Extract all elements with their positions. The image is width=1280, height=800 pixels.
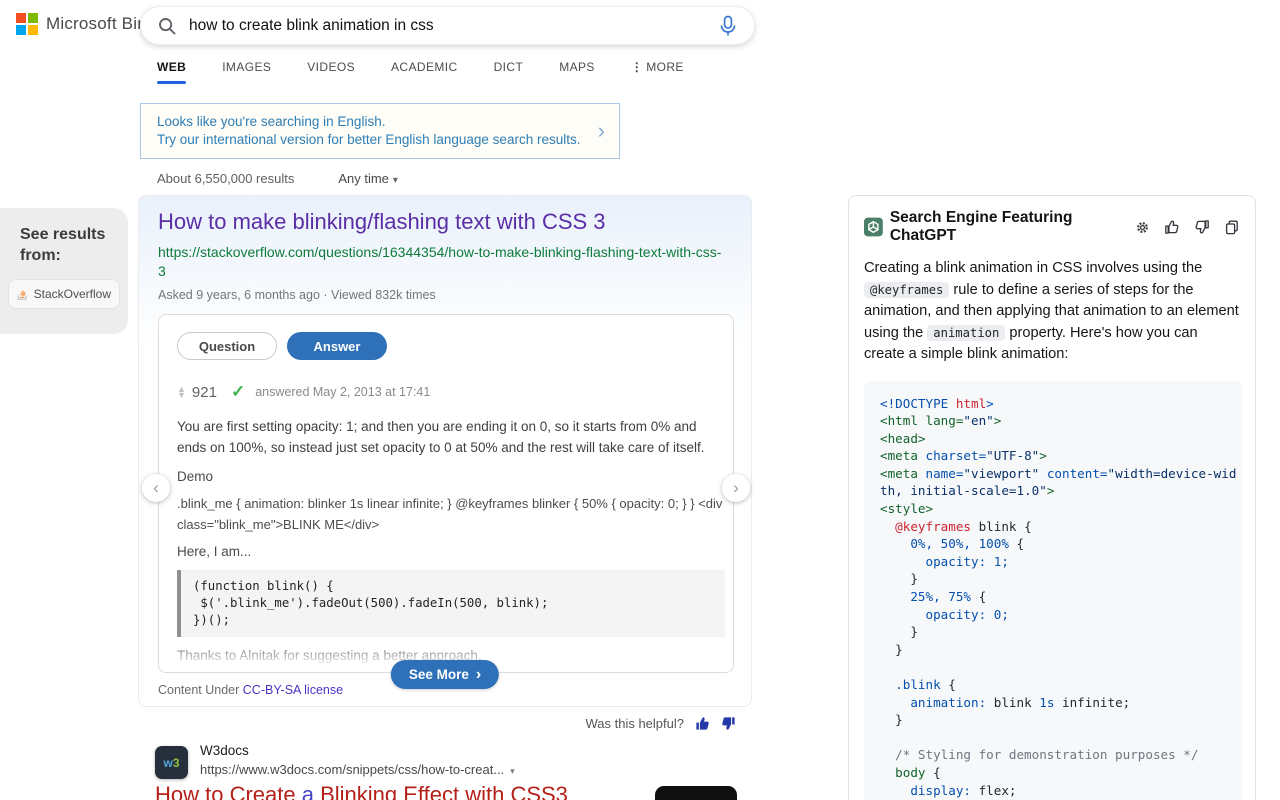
see-results-from-panel: See results from: StackOverflow [0, 208, 128, 334]
w3docs-title-part: Blinking Effect with CSS3 [314, 782, 568, 800]
thumbs-up-icon[interactable] [1164, 219, 1180, 235]
code-line: body { [880, 764, 1226, 782]
search-box[interactable] [140, 6, 755, 45]
answer-tab[interactable]: Answer [287, 332, 387, 360]
license-link[interactable]: CC-BY-SA license [243, 683, 343, 697]
helpful-label: Was this helpful? [585, 716, 684, 731]
code-line: } [880, 711, 1226, 729]
result-meta: Asked 9 years, 6 months ago · Viewed 832… [158, 288, 732, 302]
answered-date: answered May 2, 2013 at 17:41 [255, 385, 430, 399]
result-thumbnail[interactable] [655, 786, 737, 800]
w3docs-title-link[interactable]: How to Create a Blinking Effect with CSS… [155, 782, 568, 800]
code-line: 0%, 50%, 100% { [880, 535, 1226, 553]
search-icon [157, 16, 177, 36]
w3docs-title-part: How to Create [155, 782, 302, 800]
tab-dict[interactable]: DICT [494, 60, 524, 84]
inline-code-chip: @keyframes [864, 282, 949, 298]
code-line: th, initial-scale=1.0"> [880, 482, 1226, 500]
code-line [880, 658, 1226, 676]
tab-maps[interactable]: MAPS [559, 60, 595, 84]
code-line: } [880, 641, 1226, 659]
chevron-right-icon: › [590, 120, 605, 142]
demo-inline-code: .blink_me { animation: blinker 1s linear… [177, 493, 725, 535]
caret-down-icon: ▾ [393, 175, 398, 186]
result-url: https://stackoverflow.com/questions/1634… [158, 243, 728, 281]
settings-gear-icon[interactable] [1135, 220, 1150, 235]
microsoft-logo-icon [16, 13, 38, 35]
more-dots-icon: ⋮ [631, 60, 643, 74]
chat-code-block: <!DOCTYPE html><html lang="en"><head><me… [864, 381, 1242, 800]
code-line: } [880, 570, 1226, 588]
carousel-prev-button[interactable]: ‹ [142, 474, 170, 502]
code-line: opacity: 0; [880, 606, 1226, 624]
code-line: } [880, 623, 1226, 641]
feedback-row: Was this helpful? [138, 708, 752, 738]
inline-code-chip: animation [927, 325, 1005, 341]
accepted-check-icon: ✓ [231, 382, 245, 402]
code-line: @keyframes blink { [880, 518, 1226, 536]
code-line: <meta charset="UTF-8"> [880, 447, 1226, 465]
question-tab[interactable]: Question [177, 332, 277, 360]
result-title-link[interactable]: How to make blinking/flashing text with … [158, 209, 732, 235]
code-line [880, 729, 1226, 747]
see-more-button[interactable]: See More › [391, 660, 499, 689]
code-line: 25%, 75% { [880, 588, 1226, 606]
chatgpt-logo-icon [864, 217, 883, 237]
code-line: <!DOCTYPE html> [880, 395, 1226, 413]
code-line: /* Styling for demonstration purposes */ [880, 746, 1226, 764]
bing-logo[interactable]: Microsoft Bing [16, 13, 157, 35]
search-input[interactable] [189, 17, 718, 35]
jquery-code-block: (function blink() { $('.blink_me').fadeO… [177, 570, 725, 637]
code-line: <head> [880, 430, 1226, 448]
language-notice-text: Looks like you're searching in English. … [157, 113, 590, 149]
answer-preview-card: Question Answer ▲▼ 921 ✓ answered May 2,… [158, 314, 734, 673]
thumbs-down-icon[interactable] [1194, 219, 1210, 235]
carousel-next-button[interactable]: › [722, 474, 750, 502]
stackoverflow-icon [17, 286, 28, 302]
code-line: display: flex; [880, 782, 1226, 800]
microphone-icon[interactable] [718, 15, 738, 37]
w3docs-result: w3 W3docs https://www.w3docs.com/snippet… [155, 743, 515, 779]
code-line: <style> [880, 500, 1226, 518]
w3docs-title-part: a [302, 782, 314, 800]
tab-images[interactable]: IMAGES [222, 60, 271, 84]
answer-body: You are first setting opacity: 1; and th… [177, 417, 717, 458]
code-line: opacity: 1; [880, 553, 1226, 571]
thumbs-up-button[interactable] [695, 716, 710, 731]
tab-videos[interactable]: VIDEOS [307, 60, 355, 84]
stackoverflow-result-card: How to make blinking/flashing text with … [138, 195, 752, 707]
chatgpt-panel: Search Engine Featuring ChatGPT Creating… [848, 195, 1256, 800]
w3docs-site-name: W3docs [200, 743, 515, 758]
w3docs-url[interactable]: https://www.w3docs.com/snippets/css/how-… [200, 762, 515, 777]
time-filter-dropdown[interactable]: Any time▾ [338, 171, 398, 186]
see-results-from-title: See results from: [20, 224, 128, 266]
code-line: <meta name="viewport" content="width=dev… [880, 465, 1226, 483]
demo-label: Demo [177, 469, 715, 484]
search-vertical-tabs: WEB IMAGES VIDEOS ACADEMIC DICT MAPS ⋮MORE [157, 60, 684, 84]
result-count: About 6,550,000 results [157, 171, 294, 186]
chat-answer-text: Creating a blink animation in CSS involv… [864, 258, 1242, 366]
tab-web[interactable]: WEB [157, 60, 186, 84]
code-line: <html lang="en"> [880, 412, 1226, 430]
source-stackoverflow-button[interactable]: StackOverflow [8, 279, 120, 309]
source-label: StackOverflow [34, 287, 111, 301]
w3docs-favicon: w3 [155, 746, 188, 779]
code-line: .blink { [880, 676, 1226, 694]
thumbs-down-button[interactable] [721, 716, 736, 731]
copy-icon[interactable] [1224, 219, 1240, 235]
tab-academic[interactable]: ACADEMIC [391, 60, 458, 84]
caret-down-icon: ▾ [510, 766, 515, 776]
vote-arrows-icon: ▲▼ [177, 386, 186, 398]
bing-search-page: Microsoft Bing WEB IMAGES VIDEOS ACADEMIC DI… [0, 0, 1280, 800]
here-line: Here, I am... [177, 544, 715, 559]
chevron-right-icon: › [476, 666, 481, 684]
chat-panel-title: Search Engine Featuring ChatGPT [890, 209, 1128, 245]
tab-more[interactable]: ⋮MORE [631, 60, 684, 84]
vote-count: 921 [192, 384, 217, 401]
code-line: animation: blink 1s infinite; [880, 694, 1226, 712]
language-notice[interactable]: Looks like you're searching in English. … [140, 103, 620, 159]
